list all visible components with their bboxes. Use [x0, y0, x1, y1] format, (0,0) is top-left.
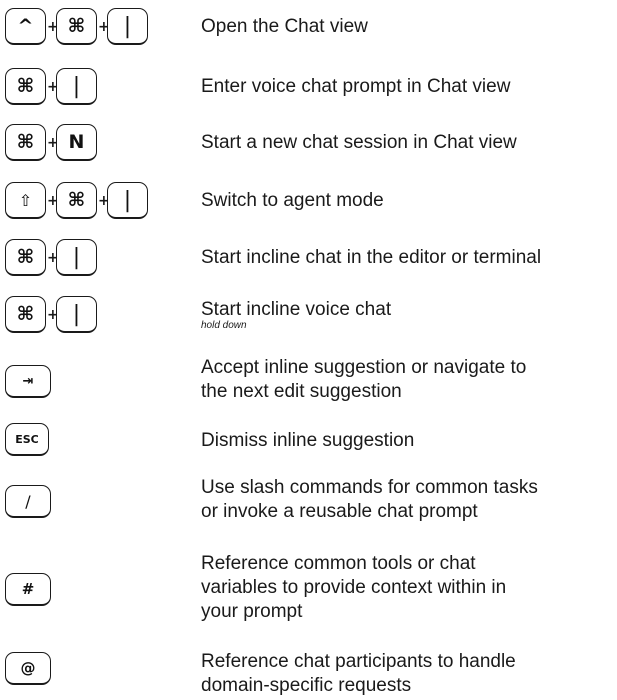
key-combo: ⇧ + ⌘ + | [5, 182, 148, 219]
shortcut-description-block: Reference common tools or chat variables… [201, 552, 615, 624]
plus-sign: + [47, 18, 59, 35]
plus-sign: + [47, 249, 59, 266]
tab-key-icon: ⇥ [5, 365, 51, 398]
shortcut-description: Dismiss inline suggestion [201, 430, 415, 451]
hash-key-icon: # [5, 573, 51, 606]
shortcut-description-line: your prompt [201, 601, 303, 622]
key-combo: ^ + ⌘ + | [5, 8, 148, 45]
i-key-icon: | [107, 182, 148, 219]
plus-sign: + [47, 306, 59, 323]
command-key-icon: ⌘ [56, 8, 97, 45]
shortcut-description-line: the next edit suggestion [201, 381, 402, 402]
at-key-icon: @ [5, 652, 51, 685]
key-combo: ⌘ + | [5, 239, 97, 276]
key-combo: ⌘ + | [5, 68, 97, 105]
shortcut-description-line: variables to provide context within in [201, 577, 507, 598]
shortcut-description-line: Use slash commands for common tasks [201, 477, 538, 498]
i-key-icon: | [107, 8, 148, 45]
key-combo: / [5, 485, 51, 518]
command-key-icon: ⌘ [5, 68, 46, 105]
n-key-icon: N [56, 124, 97, 161]
shortcut-description: Start a new chat session in Chat view [201, 132, 517, 153]
shortcut-description: Open the Chat view [201, 16, 368, 37]
i-key-icon: | [56, 68, 97, 105]
shortcut-description-block: Start incline voice chat hold down [201, 298, 615, 331]
escape-key-icon: ESC [5, 423, 49, 456]
shortcut-description-block: Accept inline suggestion or navigate to … [201, 356, 615, 404]
key-combo: ⇥ [5, 365, 51, 398]
command-key-icon: ⌘ [5, 296, 46, 333]
shortcut-description-block: Use slash commands for common tasks or i… [201, 476, 615, 524]
key-combo: ⌘ + | [5, 296, 97, 333]
shortcut-description-line: Accept inline suggestion or navigate to [201, 357, 527, 378]
shortcut-description: Switch to agent mode [201, 190, 384, 211]
plus-sign: + [98, 18, 110, 35]
plus-sign: + [98, 192, 110, 209]
key-combo: ESC [5, 423, 49, 456]
plus-sign: + [47, 78, 59, 95]
command-key-icon: ⌘ [5, 124, 46, 161]
plus-sign: + [47, 192, 59, 209]
shortcut-description-line: Reference chat participants to handle [201, 651, 516, 672]
slash-key-icon: / [5, 485, 51, 518]
shift-key-icon: ⇧ [5, 182, 46, 219]
shortcut-description: Enter voice chat prompt in Chat view [201, 76, 511, 97]
shortcut-description: Start incline chat in the editor or term… [201, 247, 542, 268]
control-key-icon: ^ [5, 8, 46, 45]
shortcut-description-block: Reference chat participants to handle do… [201, 650, 615, 698]
shortcut-description-line: or invoke a reusable chat prompt [201, 501, 478, 522]
shortcut-description: Start incline voice chat [201, 299, 392, 320]
plus-sign: + [47, 134, 59, 151]
command-key-icon: ⌘ [5, 239, 46, 276]
key-combo: # [5, 573, 51, 606]
command-key-icon: ⌘ [56, 182, 97, 219]
i-key-icon: | [56, 296, 97, 333]
shortcut-description-line: Reference common tools or chat [201, 553, 476, 574]
key-combo: @ [5, 652, 51, 685]
i-key-icon: | [56, 239, 97, 276]
shortcut-description-line: domain-specific requests [201, 675, 412, 696]
shortcut-note: hold down [201, 320, 247, 331]
key-combo: ⌘ + N [5, 124, 97, 161]
